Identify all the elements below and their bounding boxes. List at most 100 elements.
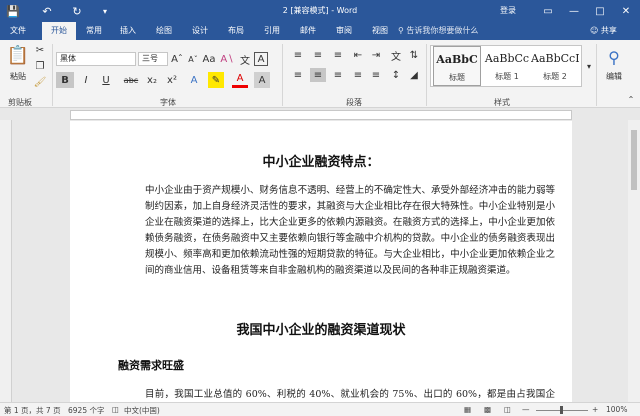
numbering-icon[interactable]: ≡ [310, 48, 326, 62]
styles-more-icon[interactable]: ▾ [584, 48, 594, 84]
maximize-button[interactable]: □ [588, 2, 612, 20]
collapse-ribbon-icon[interactable]: ⌃ [626, 94, 636, 104]
zoom-level[interactable]: 100% [606, 405, 627, 414]
page-count[interactable]: 第 1 页，共 7 页 [4, 405, 61, 416]
vertical-scrollbar[interactable] [628, 120, 640, 402]
read-mode-icon[interactable]: ▦ [464, 405, 471, 414]
decrease-indent-icon[interactable]: ⇤ [350, 48, 366, 62]
align-left-icon[interactable]: ≡ [290, 68, 306, 82]
paste-icon[interactable]: 📋 [7, 44, 29, 66]
clipboard-group-label: 剪贴板 [8, 98, 32, 107]
shading-icon[interactable]: ◢ [406, 68, 422, 82]
ruler-margin [123, 112, 523, 119]
italic-icon[interactable]: I [78, 72, 94, 88]
language[interactable]: 中文(中国) [124, 405, 160, 416]
style-sample: AaBbC [436, 53, 478, 66]
login-link[interactable]: 登录 [500, 5, 516, 16]
style-name: 标题 1 [495, 72, 519, 81]
underline-icon[interactable]: U [98, 72, 114, 88]
ribbon-tabs: 文件 开始 常用 插入 绘图 设计 布局 引用 邮件 审阅 视图 ⚲ 告诉我你想… [0, 22, 640, 40]
title-bar: 💾 ↶ ↻ ▾ 2 [兼容模式] - Word 登录 ▭ — □ ✕ [0, 0, 640, 22]
increase-indent-icon[interactable]: ⇥ [368, 48, 384, 62]
styles-group-label: 样式 [494, 98, 510, 107]
scrollbar-thumb[interactable] [631, 130, 637, 190]
enclose-char-icon[interactable]: A [254, 52, 268, 66]
print-layout-icon[interactable]: ▩ [484, 405, 491, 414]
person-icon: ☺ [590, 26, 599, 35]
text-effects-icon[interactable]: A [186, 72, 202, 88]
bullets-icon[interactable]: ≡ [290, 48, 306, 62]
phonetic-guide-icon[interactable]: 文 [238, 52, 252, 67]
zoom-out-icon[interactable]: — [522, 405, 530, 414]
distributed-icon[interactable]: ≡ [368, 68, 384, 82]
document-page[interactable]: 中小企业融资特点： 中小企业由于资产规模小、财务信息不透明、经营上的不确定性大、… [70, 121, 572, 402]
word-count[interactable]: 6925 个字 [68, 405, 104, 416]
strikethrough-icon[interactable]: abc [122, 72, 140, 88]
font-color-icon[interactable]: A [232, 72, 248, 88]
style-heading-1[interactable]: AaBbCc 标题 1 [483, 46, 531, 86]
subheading-financing-demand: 融资需求旺盛 [118, 359, 184, 372]
tab-references[interactable]: 引用 [258, 22, 286, 40]
heading-financing-channels: 我国中小企业的融资渠道现状 [236, 323, 406, 338]
chinese-layout-icon[interactable]: 文 [388, 48, 404, 63]
paragraph-group-label: 段落 [346, 98, 362, 107]
style-sample: AaBbCcI [531, 52, 579, 65]
font-name-dropdown[interactable]: 黑体 [56, 52, 136, 66]
tab-home[interactable]: 开始 [42, 22, 76, 40]
web-layout-icon[interactable]: ◫ [504, 405, 511, 414]
paragraph-2: 目前，我国工业总值的 60%、利税的 40%、就业机会的 75%、出口的 60%… [145, 389, 555, 400]
tab-draw[interactable]: 绘图 [150, 22, 178, 40]
cut-icon[interactable]: ✂ [34, 44, 46, 56]
bold-icon[interactable]: B [56, 72, 74, 88]
font-group-label: 字体 [160, 98, 176, 107]
share-button[interactable]: ☺ 共享 [590, 22, 617, 40]
tab-mailings[interactable]: 邮件 [294, 22, 322, 40]
divider [282, 44, 283, 106]
proofing-icon[interactable]: ◫ [112, 405, 119, 414]
shrink-font-icon[interactable]: Aˇ [186, 52, 200, 66]
ribbon-display-options-icon[interactable]: ▭ [536, 2, 560, 20]
divider [426, 44, 427, 106]
grow-font-icon[interactable]: Aˆ [170, 52, 184, 66]
tab-review[interactable]: 审阅 [330, 22, 358, 40]
status-bar: 第 1 页，共 7 页 6925 个字 ◫ 中文(中国) ▦ ▩ ◫ — + 1… [0, 402, 640, 416]
sort-icon[interactable]: ⇅ [406, 48, 422, 62]
superscript-icon[interactable]: x² [164, 72, 180, 88]
ribbon: 📋 粘贴 ✂ ❐ 🖌 剪贴板 黑体 三号 Aˆ Aˇ Aa A∖ 文 A B I… [0, 40, 640, 108]
zoom-in-icon[interactable]: + [592, 405, 598, 414]
char-shading-icon[interactable]: A [254, 72, 270, 88]
styles-gallery: AaBbC 标题 AaBbCc 标题 1 AaBbCcI 标题 2 [430, 45, 582, 87]
divider [596, 44, 597, 106]
align-center-icon[interactable]: ≡ [310, 68, 326, 82]
line-spacing-icon[interactable]: ↕ [388, 68, 404, 82]
copy-icon[interactable]: ❐ [34, 60, 46, 72]
multilevel-list-icon[interactable]: ≡ [330, 48, 346, 62]
change-case-icon[interactable]: Aa [202, 52, 216, 66]
share-label: 共享 [600, 26, 617, 35]
tell-me-box[interactable]: ⚲ 告诉我你想要做什么 [398, 22, 478, 40]
editing-icon[interactable]: ⚲ [600, 46, 628, 68]
paste-button[interactable]: 粘贴 [6, 70, 30, 82]
minimize-button[interactable]: — [562, 2, 586, 20]
subscript-icon[interactable]: x₂ [144, 72, 160, 88]
justify-icon[interactable]: ≡ [350, 68, 366, 82]
style-title[interactable]: AaBbC 标题 [433, 46, 481, 86]
zoom-slider-handle[interactable] [560, 406, 563, 414]
vertical-ruler[interactable] [0, 120, 12, 402]
tab-view[interactable]: 视图 [366, 22, 394, 40]
align-right-icon[interactable]: ≡ [330, 68, 346, 82]
divider [52, 44, 53, 106]
tab-insert[interactable]: 插入 [114, 22, 142, 40]
close-button[interactable]: ✕ [614, 2, 638, 20]
editing-button[interactable]: 编辑 [598, 70, 630, 82]
clear-formatting-icon[interactable]: A∖ [220, 52, 234, 66]
style-heading-2[interactable]: AaBbCcI 标题 2 [531, 46, 579, 86]
format-painter-icon[interactable]: 🖌 [34, 76, 47, 88]
font-size-dropdown[interactable]: 三号 [138, 52, 168, 66]
horizontal-ruler[interactable] [70, 110, 572, 120]
tab-design[interactable]: 设计 [186, 22, 214, 40]
tab-layout[interactable]: 布局 [222, 22, 250, 40]
highlight-icon[interactable]: ✎ [208, 72, 224, 88]
tab-file[interactable]: 文件 [4, 22, 32, 40]
tab-common[interactable]: 常用 [80, 22, 108, 40]
